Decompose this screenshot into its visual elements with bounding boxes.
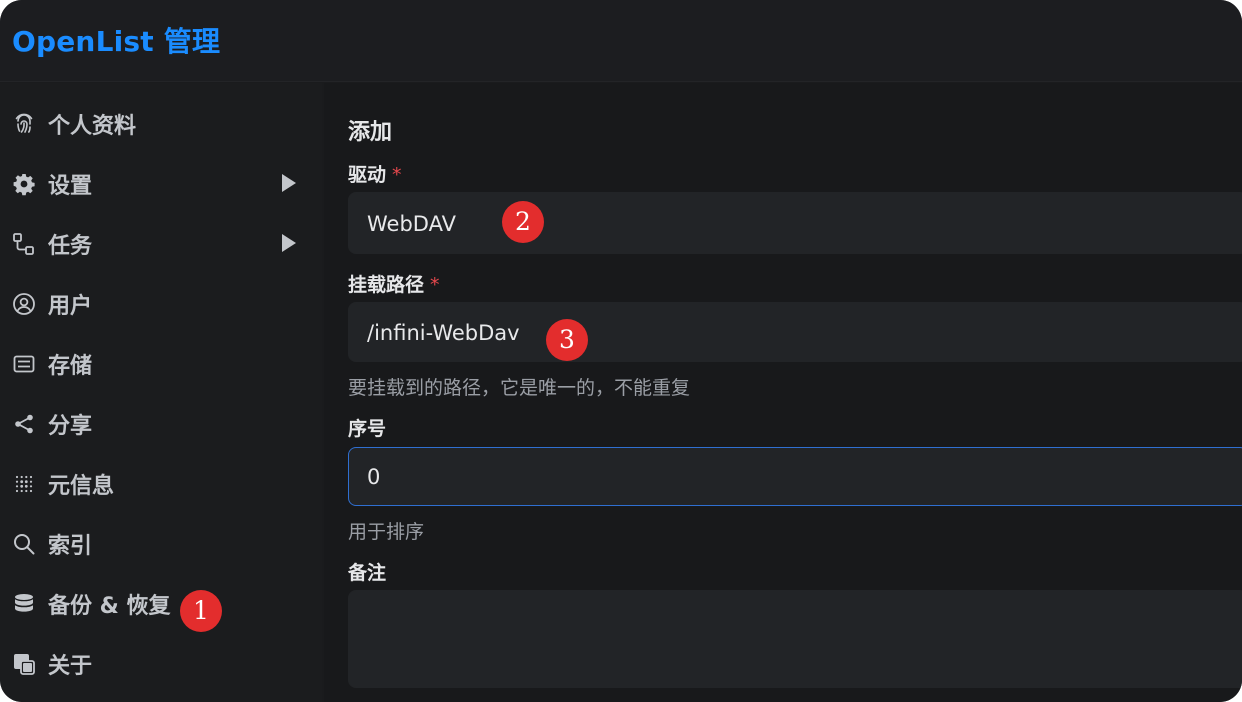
- annotation-badge-2: 2: [502, 201, 544, 243]
- sidebar-item-storage[interactable]: 存储: [0, 336, 322, 392]
- remark-label: 备注: [348, 562, 387, 584]
- fingerprint-icon: [12, 112, 36, 136]
- sidebar-item-label: 存储: [48, 354, 93, 379]
- order-label: 序号: [348, 418, 387, 440]
- annotation-badge-3: 3: [546, 319, 588, 361]
- sidebar-item-settings[interactable]: 设置: [0, 156, 322, 212]
- gear-icon: [12, 172, 36, 196]
- expand-arrow-icon: [281, 233, 297, 253]
- mount-path-label: 挂载路径 *: [348, 270, 440, 297]
- required-mark: *: [430, 274, 440, 296]
- database-icon: [12, 592, 36, 616]
- copy-icon: [12, 652, 36, 676]
- app-title: OpenList 管理: [12, 25, 221, 58]
- mount-path-label-text: 挂载路径: [348, 274, 425, 296]
- app-window: OpenList 管理 个人资料 设置 任务 用户 存储 分享 元信息 索引 备…: [0, 0, 1242, 702]
- sidebar-item-label: 元信息: [48, 474, 115, 499]
- page-title: 添加: [348, 120, 393, 145]
- sidebar-item-label: 分享: [48, 414, 93, 439]
- sidebar-item-backup-restore[interactable]: 备份 & 恢复: [0, 576, 322, 632]
- sidebar-item-share[interactable]: 分享: [0, 396, 322, 452]
- user-circle-icon: [12, 292, 36, 316]
- required-mark: *: [392, 164, 402, 186]
- sidebar: 个人资料 设置 任务 用户 存储 分享 元信息 索引 备份 & 恢复 关于 1: [0, 83, 322, 702]
- order-value: 0: [367, 465, 381, 489]
- sidebar-item-label: 设置: [48, 174, 93, 199]
- sidebar-item-index[interactable]: 索引: [0, 516, 322, 572]
- driver-label-text: 驱动: [348, 164, 387, 186]
- order-input[interactable]: 0: [348, 447, 1242, 506]
- driver-value: WebDAV: [367, 212, 456, 236]
- mount-path-input[interactable]: /infini-WebDav: [348, 302, 1242, 362]
- app-header: OpenList 管理: [0, 0, 1242, 82]
- sidebar-item-meta[interactable]: 元信息: [0, 456, 322, 512]
- search-icon: [12, 532, 36, 556]
- sidebar-item-label: 个人资料: [48, 114, 137, 139]
- sidebar-item-label: 用户: [48, 294, 93, 319]
- order-help: 用于排序: [348, 521, 425, 543]
- share-icon: [12, 412, 36, 436]
- sidebar-item-profile[interactable]: 个人资料: [0, 96, 322, 152]
- sidebar-item-label: 任务: [48, 234, 93, 259]
- meta-icon: [12, 472, 36, 496]
- sidebar-item-users[interactable]: 用户: [0, 276, 322, 332]
- annotation-badge-1: 1: [180, 590, 222, 632]
- sidebar-item-label: 关于: [48, 654, 93, 679]
- mount-path-help: 要挂载到的路径，它是唯一的，不能重复: [348, 377, 691, 399]
- remark-textarea[interactable]: [348, 590, 1242, 688]
- storage-icon: [12, 352, 36, 376]
- flow-icon: [12, 232, 36, 256]
- sidebar-item-tasks[interactable]: 任务: [0, 216, 322, 272]
- driver-label: 驱动 *: [348, 160, 402, 187]
- expand-arrow-icon: [281, 173, 297, 193]
- main-content: 添加 驱动 * WebDAV 2 挂载路径 * /infini-WebDav 3 要…: [324, 83, 1242, 702]
- sidebar-item-label: 备份 & 恢复: [48, 594, 171, 619]
- sidebar-item-label: 索引: [48, 534, 93, 559]
- sidebar-item-about[interactable]: 关于: [0, 636, 322, 692]
- driver-select[interactable]: WebDAV: [348, 192, 1242, 254]
- mount-path-value: /infini-WebDav: [367, 321, 520, 345]
